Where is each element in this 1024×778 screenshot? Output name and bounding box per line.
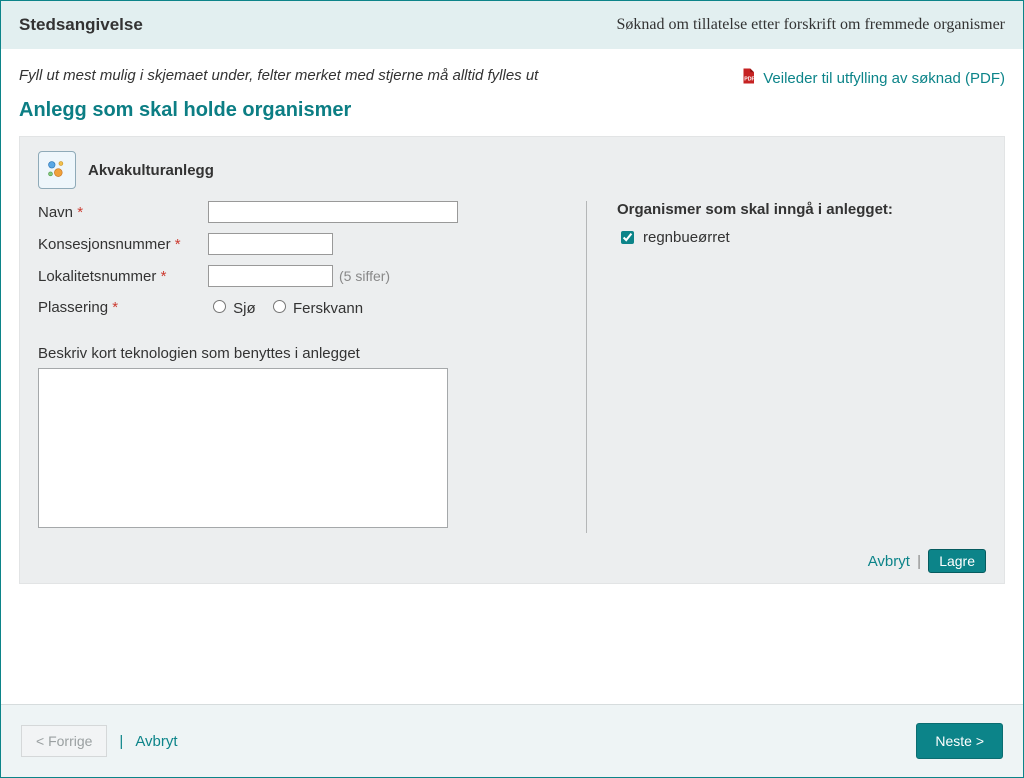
footer-cancel-link[interactable]: Avbryt (135, 733, 177, 750)
organism-checkbox[interactable] (621, 231, 634, 244)
separator: | (917, 553, 921, 570)
wizard-footer: < Forrige | Avbryt Neste > (1, 704, 1023, 777)
panel-title: Akvakulturanlegg (88, 162, 214, 179)
placement-label: Plassering (38, 299, 108, 316)
locality-input[interactable] (208, 265, 333, 287)
page-subtitle: Søknad om tillatelse etter forskrift om … (617, 16, 1005, 34)
previous-button: < Forrige (21, 725, 107, 757)
svg-text:PDF: PDF (744, 77, 755, 83)
locality-hint: (5 siffer) (339, 268, 390, 284)
facility-panel: Akvakulturanlegg Navn * Konsesjonsnummer… (19, 136, 1005, 584)
license-input[interactable] (208, 233, 333, 255)
placement-sea-radio[interactable] (213, 300, 226, 313)
next-button[interactable]: Neste > (916, 723, 1003, 759)
separator: | (119, 733, 123, 750)
required-marker: * (77, 204, 83, 221)
required-marker: * (112, 299, 118, 316)
guide-pdf-link[interactable]: PDF Veileder til utfylling av søknad (PD… (739, 67, 1005, 89)
placement-fresh-radio[interactable] (273, 300, 286, 313)
placement-sea-option[interactable]: Sjø (208, 300, 256, 317)
save-button[interactable]: Lagre (928, 549, 986, 573)
placement-fresh-option[interactable]: Ferskvann (268, 300, 363, 317)
guide-pdf-label: Veileder til utfylling av søknad (PDF) (763, 70, 1005, 87)
organisms-title: Organismer som skal inngå i anlegget: (617, 201, 986, 218)
locality-label: Lokalitetsnummer (38, 268, 156, 285)
license-label: Konsesjonsnummer (38, 236, 171, 253)
name-input[interactable] (208, 201, 458, 223)
organism-item: regnbueørret (617, 228, 986, 247)
instruction-text: Fyll ut mest mulig i skjemaet under, fel… (19, 67, 538, 84)
panel-cancel-link[interactable]: Avbryt (868, 553, 910, 570)
organism-label: regnbueørret (643, 229, 730, 246)
description-textarea[interactable] (38, 368, 448, 528)
name-label: Navn (38, 204, 73, 221)
pdf-icon: PDF (739, 67, 757, 89)
aquaculture-icon (38, 151, 76, 189)
required-marker: * (161, 268, 167, 285)
section-title: Anlegg som skal holde organismer (19, 99, 1005, 122)
description-label: Beskriv kort teknologien som benyttes i … (38, 345, 556, 362)
required-marker: * (175, 236, 181, 253)
page-title: Stedsangivelse (19, 15, 143, 35)
page-header: Stedsangivelse Søknad om tillatelse ette… (1, 1, 1023, 49)
